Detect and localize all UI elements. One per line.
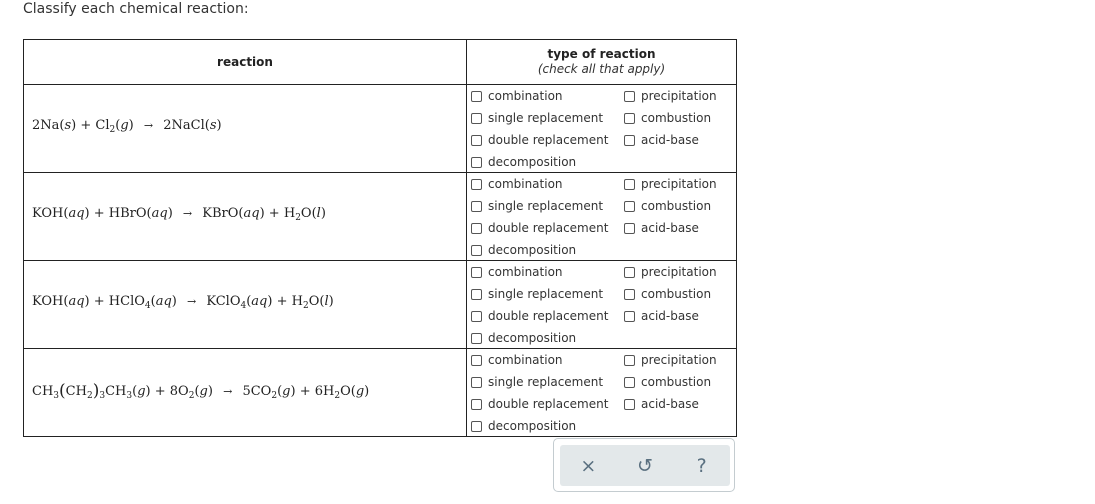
checkbox-precipitation[interactable]: precipitation: [624, 173, 717, 195]
arrow-icon: →: [223, 384, 233, 398]
close-icon: ×: [580, 454, 597, 477]
checkbox-icon[interactable]: [624, 354, 635, 366]
checkbox-double-replacement[interactable]: double replacement: [471, 129, 608, 151]
checkbox-icon[interactable]: [471, 398, 482, 410]
reaction-table: reaction type of reaction (check all tha…: [23, 39, 737, 437]
checkbox-double-replacement[interactable]: double replacement: [471, 305, 608, 327]
checkbox-icon[interactable]: [624, 222, 635, 234]
checkbox-decomposition[interactable]: decomposition: [471, 327, 576, 349]
checkbox-combination[interactable]: combination: [471, 173, 563, 195]
table-row: KOH(aq) + HBrO(aq) → KBrO(aq) + H2O(l) c…: [23, 172, 737, 261]
arrow-icon: →: [143, 119, 154, 132]
checkbox-icon[interactable]: [471, 156, 482, 168]
checkbox-combination[interactable]: combination: [471, 349, 563, 371]
checkbox-icon[interactable]: [471, 200, 482, 212]
header-reaction: reaction: [23, 39, 467, 85]
checkbox-combustion[interactable]: combustion: [624, 283, 711, 305]
checkbox-single-replacement[interactable]: single replacement: [471, 371, 603, 393]
checkbox-acid-base[interactable]: acid-base: [624, 393, 699, 415]
checkbox-icon[interactable]: [471, 134, 482, 146]
checkbox-icon[interactable]: [471, 90, 482, 102]
checkbox-decomposition[interactable]: decomposition: [471, 415, 576, 437]
checkbox-icon[interactable]: [624, 310, 635, 322]
checkbox-icon[interactable]: [624, 90, 635, 102]
checkbox-combination[interactable]: combination: [471, 261, 563, 283]
checkbox-icon[interactable]: [471, 310, 482, 322]
checkbox-icon[interactable]: [624, 178, 635, 190]
checkbox-precipitation[interactable]: precipitation: [624, 85, 717, 107]
checkbox-acid-base[interactable]: acid-base: [624, 129, 699, 151]
checkbox-icon[interactable]: [471, 354, 482, 366]
reaction-type-options-3: combination single replacement double re…: [466, 260, 737, 349]
checkbox-icon[interactable]: [471, 288, 482, 300]
header-type: type of reaction (check all that apply): [466, 39, 737, 85]
table-row: 2Na(s) + Cl2(g) → 2NaCl(s) combination s…: [23, 84, 737, 173]
arrow-icon: →: [182, 207, 193, 220]
checkbox-icon[interactable]: [471, 332, 482, 344]
header-type-note: (check all that apply): [537, 62, 666, 76]
checkbox-icon[interactable]: [471, 112, 482, 124]
checkbox-icon[interactable]: [624, 398, 635, 410]
table-row: CH3(CH2)3CH3(g) + 8O2(g) → 5CO2(g) + 6H2…: [23, 348, 737, 437]
header-type-title: type of reaction: [547, 47, 656, 61]
checkbox-icon[interactable]: [471, 266, 482, 278]
reaction-type-options-4: combination single replacement double re…: [466, 348, 737, 437]
help-button[interactable]: ?: [687, 455, 717, 477]
checkbox-icon[interactable]: [624, 200, 635, 212]
checkbox-acid-base[interactable]: acid-base: [624, 305, 699, 327]
checkbox-icon[interactable]: [624, 376, 635, 388]
checkbox-icon[interactable]: [624, 266, 635, 278]
reset-button[interactable]: ↺: [630, 455, 660, 477]
checkbox-icon[interactable]: [624, 112, 635, 124]
table-header-row: reaction type of reaction (check all tha…: [23, 39, 737, 85]
checkbox-icon[interactable]: [624, 288, 635, 300]
checkbox-double-replacement[interactable]: double replacement: [471, 393, 608, 415]
checkbox-single-replacement[interactable]: single replacement: [471, 195, 603, 217]
reaction-equation-1: 2Na(s) + Cl2(g) → 2NaCl(s): [23, 84, 467, 173]
checkbox-combustion[interactable]: combustion: [624, 107, 711, 129]
reaction-equation-4: CH3(CH2)3CH3(g) + 8O2(g) → 5CO2(g) + 6H2…: [23, 348, 467, 437]
checkbox-single-replacement[interactable]: single replacement: [471, 107, 603, 129]
action-bar-inner: × ↺ ?: [560, 445, 730, 486]
checkbox-combustion[interactable]: combustion: [624, 371, 711, 393]
checkbox-icon[interactable]: [471, 178, 482, 190]
reaction-type-options-1: combination single replacement double re…: [466, 84, 737, 173]
undo-icon: ↺: [637, 454, 653, 477]
checkbox-icon[interactable]: [471, 420, 482, 432]
reaction-equation-2: KOH(aq) + HBrO(aq) → KBrO(aq) + H2O(l): [23, 172, 467, 261]
reaction-equation-3: KOH(aq) + HClO4(aq) → KClO4(aq) + H2O(l): [23, 260, 467, 349]
action-bar: × ↺ ?: [553, 438, 735, 492]
table-row: KOH(aq) + HClO4(aq) → KClO4(aq) + H2O(l)…: [23, 260, 737, 349]
prompt-text: Classify each chemical reaction:: [23, 1, 249, 17]
checkbox-icon[interactable]: [471, 244, 482, 256]
help-icon: ?: [696, 454, 707, 477]
checkbox-double-replacement[interactable]: double replacement: [471, 217, 608, 239]
checkbox-acid-base[interactable]: acid-base: [624, 217, 699, 239]
checkbox-icon[interactable]: [624, 134, 635, 146]
checkbox-precipitation[interactable]: precipitation: [624, 349, 717, 371]
checkbox-icon[interactable]: [471, 376, 482, 388]
checkbox-icon[interactable]: [471, 222, 482, 234]
checkbox-decomposition[interactable]: decomposition: [471, 151, 576, 173]
clear-button[interactable]: ×: [573, 455, 603, 477]
checkbox-combination[interactable]: combination: [471, 85, 563, 107]
reaction-type-options-2: combination single replacement double re…: [466, 172, 737, 261]
checkbox-decomposition[interactable]: decomposition: [471, 239, 576, 261]
checkbox-single-replacement[interactable]: single replacement: [471, 283, 603, 305]
arrow-icon: →: [187, 295, 197, 308]
checkbox-precipitation[interactable]: precipitation: [624, 261, 717, 283]
checkbox-combustion[interactable]: combustion: [624, 195, 711, 217]
